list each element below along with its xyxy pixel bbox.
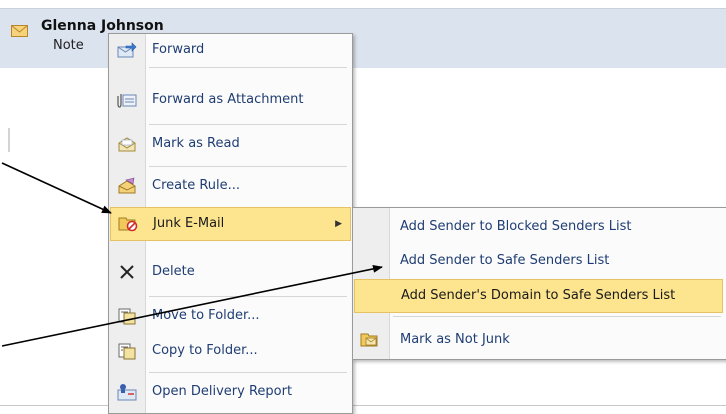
- arrow-to-add-domain: [1, 264, 383, 347]
- annotation-arrows: [1, 162, 383, 347]
- arrow-to-junk-email: [1, 162, 112, 214]
